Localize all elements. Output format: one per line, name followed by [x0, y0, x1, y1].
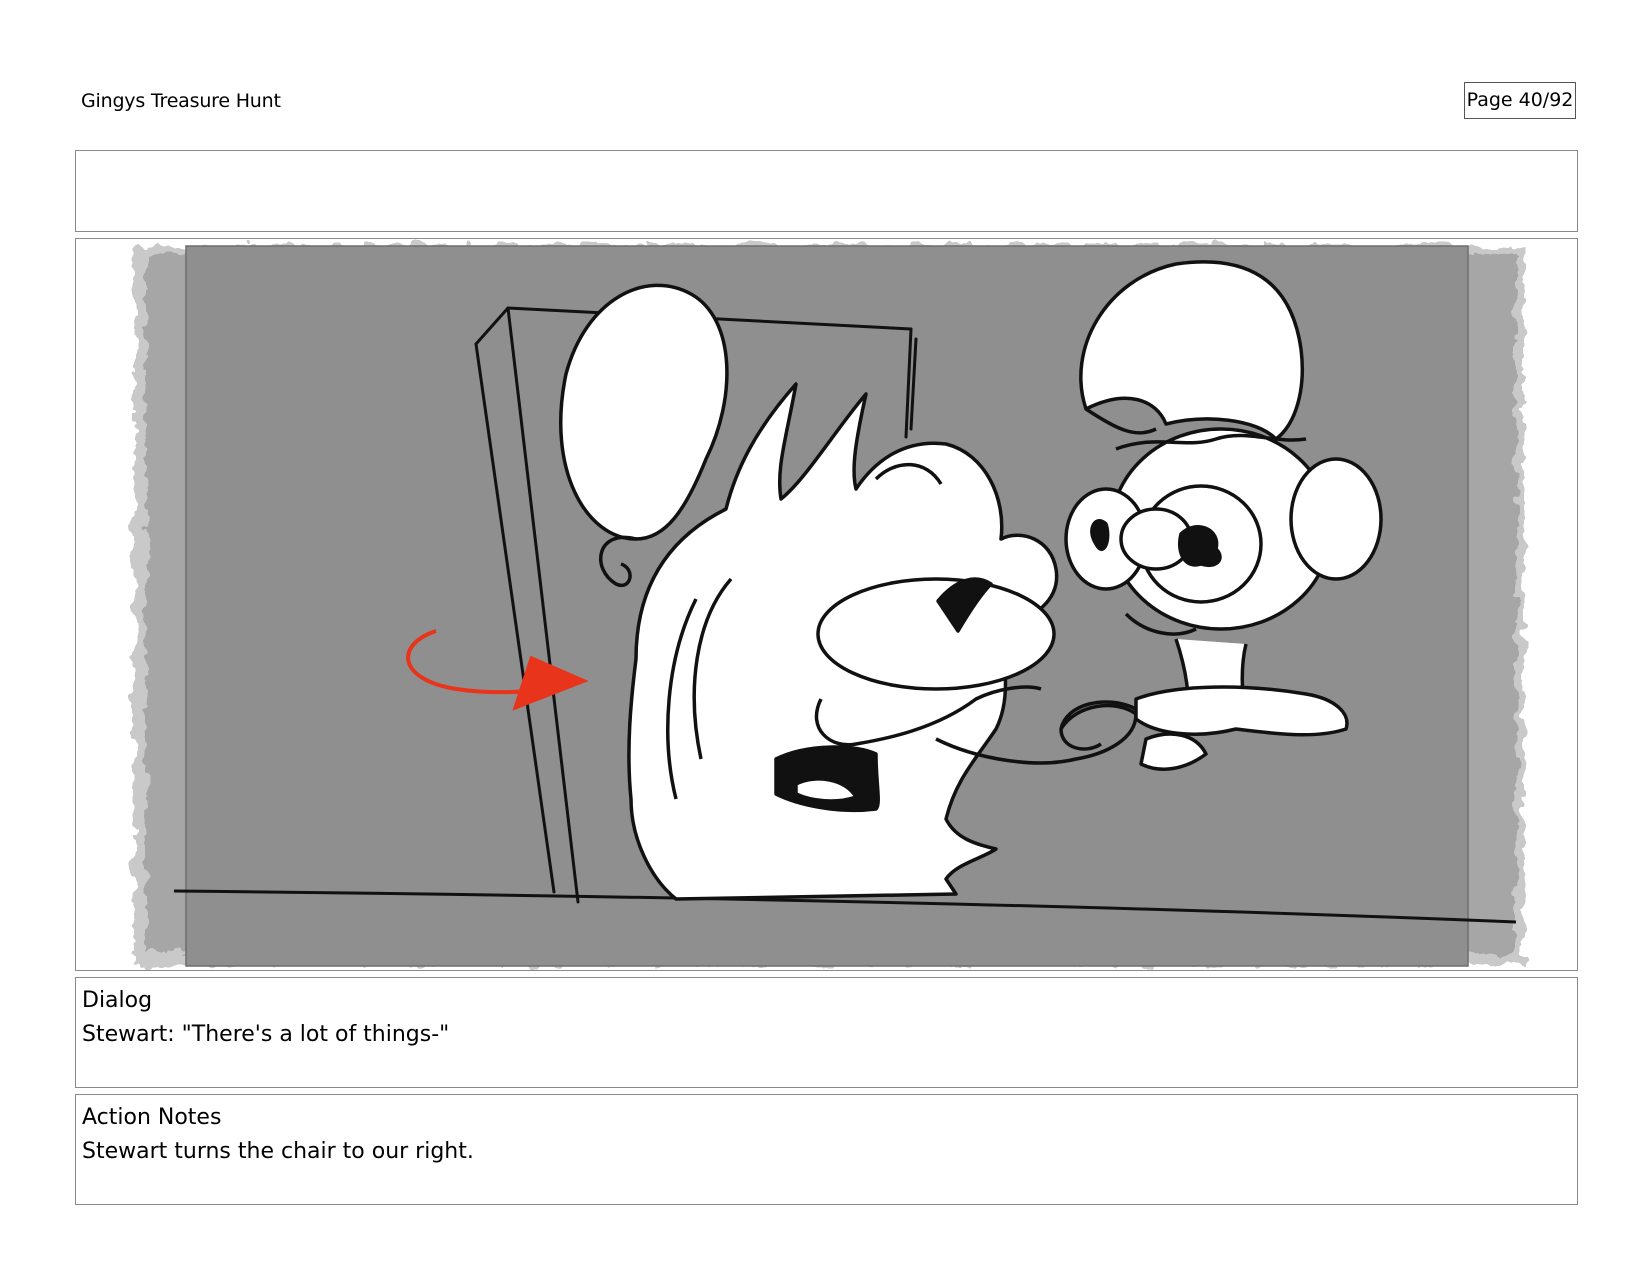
action-notes-text: Stewart turns the chair to our right.	[82, 1139, 474, 1164]
action-notes-heading: Action Notes	[82, 1105, 222, 1130]
page-number: Page 40/92	[1464, 82, 1576, 119]
empty-header-box	[75, 150, 1578, 232]
storyboard-frame	[75, 238, 1578, 971]
dialog-heading: Dialog	[82, 988, 153, 1013]
storyboard-drawing	[134, 245, 1524, 967]
dialog-text: Stewart: "There's a lot of things-"	[82, 1022, 450, 1047]
document-title: Gingys Treasure Hunt	[81, 90, 281, 112]
dialog-box: Dialog Stewart: "There's a lot of things…	[75, 977, 1578, 1088]
action-notes-box: Action Notes Stewart turns the chair to …	[75, 1094, 1578, 1205]
